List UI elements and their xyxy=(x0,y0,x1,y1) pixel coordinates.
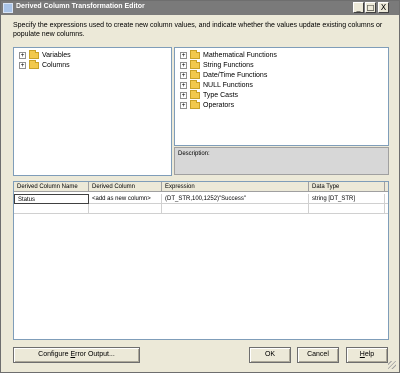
folder-icon xyxy=(190,59,200,69)
empty-cell[interactable] xyxy=(162,204,309,214)
minimize-button[interactable]: _ xyxy=(353,2,364,13)
expand-icon[interactable]: + xyxy=(180,91,187,99)
expand-icon[interactable]: + xyxy=(19,61,26,69)
tree-item-label: Columns xyxy=(42,62,70,69)
button-label-post: rror Output... xyxy=(75,351,115,358)
title-bar[interactable]: Derived Column Transformation Editor _ □… xyxy=(1,1,399,15)
tree-item-label: NULL Functions xyxy=(203,82,253,89)
cell-length[interactable]: 1 xyxy=(385,194,388,204)
resize-grip[interactable] xyxy=(388,361,396,369)
help-button[interactable]: Help xyxy=(346,347,388,363)
dialog-window: Derived Column Transformation Editor _ □… xyxy=(0,0,400,373)
tree-item-columns[interactable]: + Columns xyxy=(19,59,70,70)
button-label-post: elp xyxy=(364,351,375,358)
column-header-derived-column[interactable]: Derived Column xyxy=(89,182,162,192)
column-header-expression[interactable]: Expression xyxy=(162,182,309,192)
empty-cell[interactable] xyxy=(309,204,385,214)
tree-item-string-functions[interactable]: + String Functions xyxy=(180,59,254,70)
tree-item-null-functions[interactable]: + NULL Functions xyxy=(180,79,253,90)
column-header-length[interactable]: Le xyxy=(385,182,388,192)
cell-derived-column[interactable]: <add as new column> xyxy=(89,194,162,204)
expand-icon[interactable]: + xyxy=(19,51,26,59)
folder-icon xyxy=(190,79,200,89)
description-label: Description: xyxy=(178,151,210,157)
empty-cell[interactable] xyxy=(89,204,162,214)
tree-item-label: Operators xyxy=(203,102,235,109)
tree-item-operators[interactable]: + Operators xyxy=(180,99,235,110)
tree-item-label: Mathematical Functions xyxy=(203,52,277,59)
tree-item-label: Date/Time Functions xyxy=(203,72,268,79)
folder-icon xyxy=(190,99,200,109)
empty-cell[interactable] xyxy=(385,204,388,214)
maximize-button[interactable]: □ xyxy=(365,2,376,13)
expand-icon[interactable]: + xyxy=(180,51,187,59)
empty-cell[interactable] xyxy=(14,204,89,214)
tree-item-label: Type Casts xyxy=(203,92,239,99)
cell-data-type[interactable]: string [DT_STR] xyxy=(309,194,385,204)
expand-icon[interactable]: + xyxy=(180,71,187,79)
folder-icon xyxy=(190,49,200,59)
folder-icon xyxy=(190,69,200,79)
expand-icon[interactable]: + xyxy=(180,101,187,109)
function-description-panel: Description: xyxy=(174,147,389,175)
derived-columns-grid[interactable]: Derived Column Name Derived Column Expre… xyxy=(13,181,389,340)
expand-icon[interactable]: + xyxy=(180,61,187,69)
tree-item-mathematical-functions[interactable]: + Mathematical Functions xyxy=(180,49,277,60)
cancel-button[interactable]: Cancel xyxy=(297,347,339,363)
functions-tree[interactable]: + Mathematical Functions + String Function… xyxy=(174,47,389,146)
column-header-derived-column-name[interactable]: Derived Column Name xyxy=(14,182,89,192)
close-button[interactable]: X xyxy=(378,2,389,13)
tree-item-datetime-functions[interactable]: + Date/Time Functions xyxy=(180,69,268,80)
folder-icon xyxy=(29,49,39,59)
window-icon xyxy=(3,3,13,13)
tree-item-type-casts[interactable]: + Type Casts xyxy=(180,89,239,100)
ok-button[interactable]: OK xyxy=(249,347,291,363)
tree-item-label: Variables xyxy=(42,52,71,59)
folder-icon xyxy=(29,59,39,69)
button-label-pre: Configure xyxy=(38,351,71,358)
expand-icon[interactable]: + xyxy=(180,81,187,89)
configure-error-output-button[interactable]: Configure Error Output... xyxy=(13,347,140,363)
cell-derived-column-name[interactable]: Status xyxy=(14,194,89,204)
folder-icon xyxy=(190,89,200,99)
instructions-text: Specify the expressions used to create n… xyxy=(13,22,383,38)
column-header-data-type[interactable]: Data Type xyxy=(309,182,385,192)
variables-columns-tree[interactable]: + Variables + Columns xyxy=(13,47,172,176)
window-title: Derived Column Transformation Editor xyxy=(16,3,145,10)
cell-expression[interactable]: (DT_STR,100,1252)"Success" xyxy=(162,194,309,204)
tree-item-label: String Functions xyxy=(203,62,254,69)
tree-item-variables[interactable]: + Variables xyxy=(19,49,71,60)
